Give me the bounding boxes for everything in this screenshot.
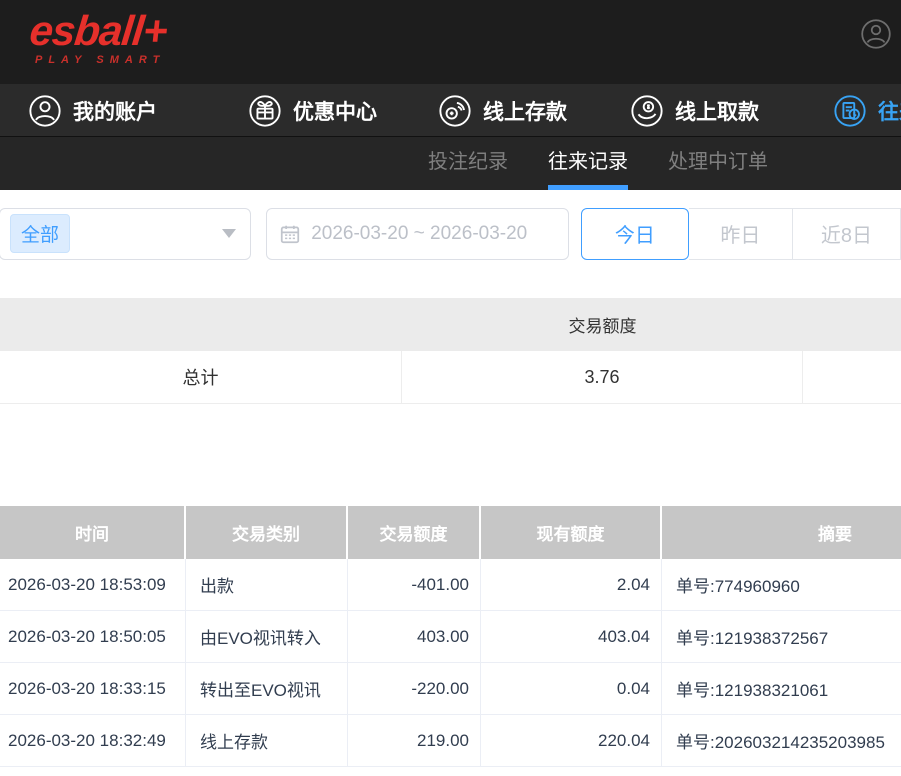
summary-header-spacer <box>803 298 901 351</box>
filter-bar: 全部 2026-03-20 ~ 2026-03-20 今日昨日近8日 <box>0 190 901 260</box>
nav-item-2[interactable]: 线上存款 <box>438 84 567 137</box>
top-header: esball+ PLAY SMART <box>0 0 901 84</box>
brand-logo[interactable]: esball+ PLAY SMART <box>30 8 167 66</box>
withdraw-icon <box>630 94 664 128</box>
summary-header-spacer <box>0 298 402 351</box>
nav-item-1[interactable]: 优惠中心 <box>248 84 377 137</box>
records-table-wrap: 时间交易类别交易额度现有额度摘要 2026-03-20 18:53:09出款-4… <box>0 506 901 767</box>
table-cell: -401.00 <box>348 559 481 610</box>
table-cell: 转出至EVO视讯 <box>186 663 348 714</box>
records-icon <box>833 94 867 128</box>
tab-bar: 投注纪录往来记录处理中订单 <box>0 137 901 190</box>
selected-type-tag[interactable]: 全部 <box>10 214 70 253</box>
summary-row-spacer <box>803 351 901 403</box>
deposit-icon <box>438 94 472 128</box>
table-cell: 403.04 <box>481 611 662 662</box>
date-range-picker[interactable]: 2026-03-20 ~ 2026-03-20 <box>266 208 569 260</box>
nav-item-3[interactable]: 线上取款 <box>630 84 759 137</box>
table-cell: 2026-03-20 18:32:49 <box>0 715 186 766</box>
column-header-0: 时间 <box>0 506 186 559</box>
summary-header-label: 交易额度 <box>402 298 803 351</box>
records-table-header: 时间交易类别交易额度现有额度摘要 <box>0 506 901 559</box>
nav-item-label: 线上存款 <box>483 96 567 126</box>
table-cell: 403.00 <box>348 611 481 662</box>
table-cell: 219.00 <box>348 715 481 766</box>
quick-button-1[interactable]: 昨日 <box>689 208 793 260</box>
nav-bar: 我的账户 优惠中心 线上存款 线上取款 往来记录 <box>0 84 901 137</box>
table-row: 2026-03-20 18:53:09出款-401.002.04单号:77496… <box>0 559 901 611</box>
quick-date-button-group: 今日昨日近8日 <box>581 208 901 260</box>
tab-1[interactable]: 往来记录 <box>548 137 628 190</box>
table-cell: 由EVO视讯转入 <box>186 611 348 662</box>
table-row: 2026-03-20 18:32:49线上存款219.00220.04单号:20… <box>0 715 901 767</box>
table-cell: 2026-03-20 18:53:09 <box>0 559 186 610</box>
nav-item-label: 往来记录 <box>878 96 901 126</box>
table-cell: 单号:121938321061 <box>662 663 901 714</box>
gift-icon <box>248 94 282 128</box>
table-cell: 2026-03-20 18:50:05 <box>0 611 186 662</box>
tab-2[interactable]: 处理中订单 <box>668 137 768 190</box>
column-header-3: 现有额度 <box>481 506 662 559</box>
brand-tagline: PLAY SMART <box>35 54 167 66</box>
nav-item-4[interactable]: 往来记录 <box>833 84 901 137</box>
account-user-circle-icon[interactable] <box>860 18 892 50</box>
records-table-body: 2026-03-20 18:53:09出款-401.002.04单号:77496… <box>0 559 901 767</box>
column-header-1: 交易类别 <box>186 506 348 559</box>
summary-header-row: 交易额度 <box>0 298 901 351</box>
user-icon <box>28 94 62 128</box>
summary-total-value: 3.76 <box>402 351 803 403</box>
table-cell: -220.00 <box>348 663 481 714</box>
column-header-2: 交易额度 <box>348 506 481 559</box>
nav-item-0[interactable]: 我的账户 <box>28 84 157 137</box>
table-row: 2026-03-20 18:50:05由EVO视讯转入403.00403.04单… <box>0 611 901 663</box>
table-row: 2026-03-20 18:33:15转出至EVO视讯-220.000.04单号… <box>0 663 901 715</box>
quick-button-0[interactable]: 今日 <box>581 208 689 260</box>
table-cell: 0.04 <box>481 663 662 714</box>
brand-logo-text: esball+ <box>28 8 169 54</box>
table-cell: 220.04 <box>481 715 662 766</box>
table-cell: 单号:121938372567 <box>662 611 901 662</box>
summary-table: 交易额度 总计 3.76 <box>0 298 901 404</box>
tab-0[interactable]: 投注纪录 <box>428 137 508 190</box>
table-cell: 单号:774960960 <box>662 559 901 610</box>
calendar-icon <box>279 223 301 245</box>
records-table: 时间交易类别交易额度现有额度摘要 2026-03-20 18:53:09出款-4… <box>0 506 901 767</box>
nav-item-label: 优惠中心 <box>293 96 377 126</box>
table-cell: 2.04 <box>481 559 662 610</box>
table-cell: 单号:202603214235203985 <box>662 715 901 766</box>
table-cell: 出款 <box>186 559 348 610</box>
nav-item-label: 线上取款 <box>675 96 759 126</box>
column-header-4: 摘要 <box>662 506 901 559</box>
date-range-value: 2026-03-20 ~ 2026-03-20 <box>311 223 527 245</box>
table-cell: 线上存款 <box>186 715 348 766</box>
quick-button-2[interactable]: 近8日 <box>793 208 901 260</box>
table-cell: 2026-03-20 18:33:15 <box>0 663 186 714</box>
summary-total-row: 总计 3.76 <box>0 351 901 404</box>
transaction-type-select[interactable]: 全部 <box>0 208 251 260</box>
nav-item-label: 我的账户 <box>73 96 157 126</box>
chevron-down-icon <box>222 229 236 238</box>
summary-total-label: 总计 <box>0 351 402 403</box>
